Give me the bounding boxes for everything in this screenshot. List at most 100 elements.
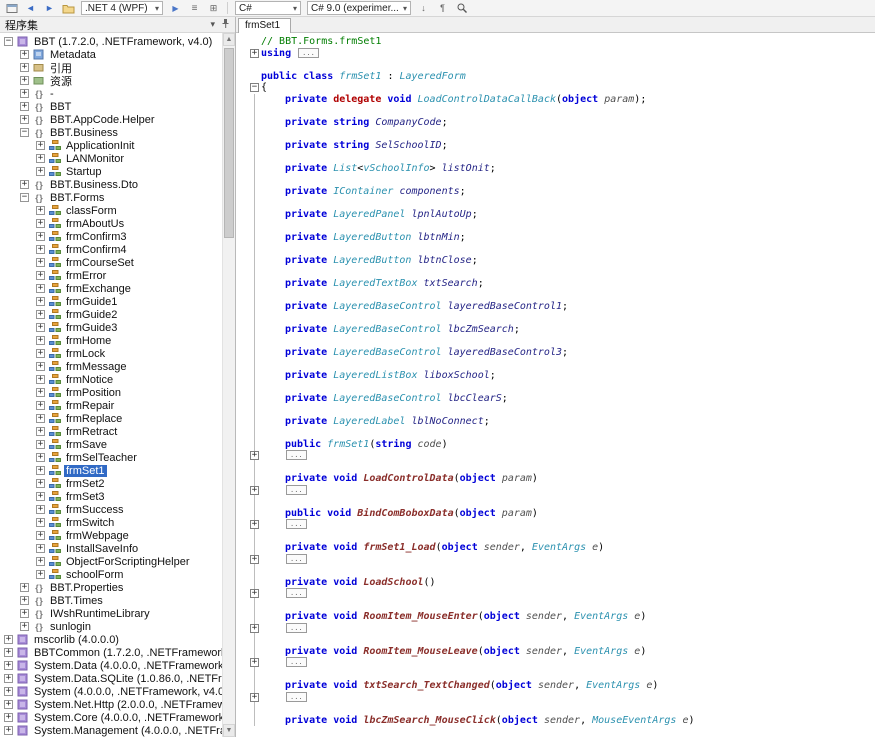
tree-item[interactable]: +frmAboutUs [0, 217, 222, 230]
expand-icon[interactable]: + [20, 596, 29, 605]
breakpoint-margin[interactable] [236, 59, 248, 71]
tree-item[interactable]: +{ }BBT.Times [0, 594, 222, 607]
scrollbar-track[interactable] [223, 46, 235, 724]
fold-expand-icon[interactable]: + [250, 624, 259, 633]
fold-expand-icon[interactable]: + [250, 693, 259, 702]
collapse-icon[interactable]: − [20, 128, 29, 137]
breakpoint-margin[interactable] [236, 542, 248, 554]
search-icon[interactable] [453, 1, 470, 16]
breakpoint-margin[interactable] [236, 335, 248, 347]
expand-icon[interactable]: + [36, 466, 45, 475]
tree-item[interactable]: +{ }BBT [0, 100, 222, 113]
breakpoint-margin[interactable] [236, 577, 248, 589]
expand-icon[interactable]: + [36, 219, 45, 228]
expand-icon[interactable]: + [20, 115, 29, 124]
tree-item[interactable]: +{ }BBT.AppCode.Helper [0, 113, 222, 126]
breakpoint-margin[interactable] [236, 669, 248, 681]
language-select[interactable]: C#▾ [235, 1, 301, 15]
tree-item[interactable]: +BBTCommon (1.7.2.0, .NETFramework, v... [0, 646, 222, 659]
tree-item[interactable]: +mscorlib (4.0.0.0) [0, 633, 222, 646]
breakpoint-margin[interactable] [236, 611, 248, 623]
expand-icon[interactable]: + [36, 440, 45, 449]
tree-item[interactable]: +Metadata [0, 48, 222, 61]
tree-item[interactable]: +System.Data.SQLite (1.0.86.0, .NETFrame… [0, 672, 222, 685]
breakpoint-margin[interactable] [236, 519, 248, 531]
breakpoint-margin[interactable] [236, 634, 248, 646]
tree-item[interactable]: +{ }BBT.Properties [0, 581, 222, 594]
expand-icon[interactable]: + [36, 258, 45, 267]
breakpoint-margin[interactable] [236, 680, 248, 692]
tree-item[interactable]: +frmHome [0, 334, 222, 347]
breakpoint-margin[interactable] [236, 439, 248, 451]
tree-item[interactable]: +{ }- [0, 87, 222, 100]
tree-item[interactable]: +frmCourseSet [0, 256, 222, 269]
chevron-down-icon[interactable]: ▾ [210, 19, 215, 30]
collapsed-body[interactable]: ... [286, 623, 307, 633]
tree-item[interactable]: +frmGuide2 [0, 308, 222, 321]
breakpoint-margin[interactable] [236, 312, 248, 324]
breakpoint-margin[interactable] [236, 531, 248, 543]
tree-item[interactable]: +frmSelTeacher [0, 451, 222, 464]
tree-item[interactable]: +frmNotice [0, 373, 222, 386]
tree-item[interactable]: +System.Data (4.0.0.0, .NETFramework, v4… [0, 659, 222, 672]
tree-item[interactable]: +frmReplace [0, 412, 222, 425]
breakpoint-margin[interactable] [236, 370, 248, 382]
tree-item[interactable]: +frmRepair [0, 399, 222, 412]
tree-item[interactable]: +ApplicationInit [0, 139, 222, 152]
breakpoint-margin[interactable] [236, 588, 248, 600]
breakpoint-margin[interactable] [236, 347, 248, 359]
collapsed-body[interactable]: ... [286, 485, 307, 495]
tree-item[interactable]: +frmConfirm3 [0, 230, 222, 243]
expand-icon[interactable]: + [36, 206, 45, 215]
collapse-icon[interactable]: − [20, 193, 29, 202]
collapsed-body[interactable]: ... [286, 657, 307, 667]
fold-expand-icon[interactable]: + [250, 451, 259, 460]
window-icon[interactable] [3, 1, 20, 16]
expand-icon[interactable]: + [36, 492, 45, 501]
tree-item[interactable]: +{ }IWshRuntimeLibrary [0, 607, 222, 620]
tree-item[interactable]: −BBT (1.7.2.0, .NETFramework, v4.0) [0, 35, 222, 48]
expand-icon[interactable]: + [20, 102, 29, 111]
breakpoint-margin[interactable] [236, 485, 248, 497]
expand-icon[interactable]: + [36, 245, 45, 254]
expand-icon[interactable]: + [36, 310, 45, 319]
tree-item[interactable]: +LANMonitor [0, 152, 222, 165]
breakpoint-margin[interactable] [236, 232, 248, 244]
breakpoint-margin[interactable] [236, 393, 248, 405]
tree-item[interactable]: +frmPosition [0, 386, 222, 399]
expand-icon[interactable]: + [36, 362, 45, 371]
tree-item[interactable]: +frmExchange [0, 282, 222, 295]
stack-icon[interactable]: ≡ [186, 1, 203, 16]
expand-icon[interactable]: + [4, 635, 13, 644]
breakpoint-margin[interactable] [236, 565, 248, 577]
tree-item[interactable]: +frmSave [0, 438, 222, 451]
tree-item[interactable]: +System.Net.Http (2.0.0.0, .NETFramewor.… [0, 698, 222, 711]
breakpoint-margin[interactable] [236, 255, 248, 267]
breakpoint-margin[interactable] [236, 117, 248, 129]
expand-icon[interactable]: + [20, 583, 29, 592]
expand-icon[interactable]: + [36, 388, 45, 397]
breakpoint-margin[interactable] [236, 508, 248, 520]
collapse-icon[interactable]: − [4, 37, 13, 46]
breakpoint-margin[interactable] [236, 174, 248, 186]
tab-frmset1[interactable]: frmSet1 [238, 18, 291, 33]
forward-icon[interactable]: ► [41, 1, 58, 16]
breakpoint-margin[interactable] [236, 82, 248, 94]
tree-item[interactable]: +frmMessage [0, 360, 222, 373]
breakpoint-margin[interactable] [236, 381, 248, 393]
breakpoint-margin[interactable] [236, 197, 248, 209]
breakpoint-margin[interactable] [236, 36, 248, 48]
tree-item[interactable]: +frmError [0, 269, 222, 282]
scrollbar-thumb[interactable] [224, 48, 234, 238]
breakpoint-margin[interactable] [236, 657, 248, 669]
breakpoint-margin[interactable] [236, 140, 248, 152]
fold-expand-icon[interactable]: + [250, 49, 259, 58]
fold-expand-icon[interactable]: + [250, 589, 259, 598]
tree-item[interactable]: +frmConfirm4 [0, 243, 222, 256]
tree-item[interactable]: +schoolForm [0, 568, 222, 581]
expand-icon[interactable]: + [20, 50, 29, 59]
expand-icon[interactable]: + [36, 401, 45, 410]
scroll-down-icon[interactable]: ▼ [223, 724, 235, 737]
breakpoint-margin[interactable] [236, 163, 248, 175]
breakpoint-margin[interactable] [236, 266, 248, 278]
